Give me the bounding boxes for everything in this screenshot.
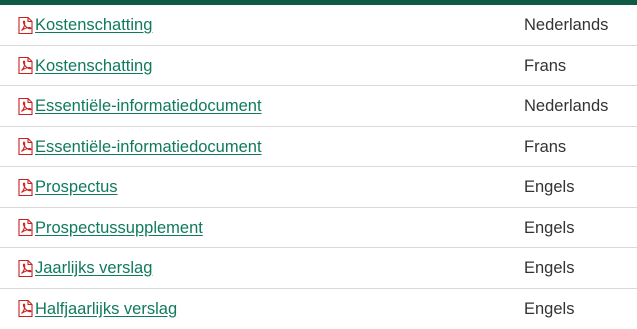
document-row: Prospectus Engels [0, 167, 637, 208]
document-row: Essentiële-informatiedocument Nederlands [0, 86, 637, 127]
document-row: Halfjaarlijks verslag Engels [0, 289, 637, 329]
pdf-icon [18, 56, 33, 75]
pdf-icon [18, 137, 33, 156]
document-link[interactable]: Essentiële-informatiedocument [35, 95, 262, 117]
document-link-wrap: Kostenschatting [17, 55, 152, 77]
document-link[interactable]: Kostenschatting [35, 14, 152, 36]
document-row: Kostenschatting Nederlands [0, 5, 637, 46]
document-link[interactable]: Essentiële-informatiedocument [35, 136, 262, 158]
document-language: Frans [524, 137, 567, 156]
document-language: Engels [524, 299, 575, 318]
document-language: Frans [524, 56, 567, 75]
document-link[interactable]: Kostenschatting [35, 55, 152, 77]
document-link[interactable]: Jaarlijks verslag [35, 257, 152, 279]
pdf-icon [18, 178, 33, 196]
document-list: Kostenschatting Nederlands Kostenschatti… [0, 5, 637, 329]
document-link[interactable]: Prospectussupplement [35, 217, 203, 239]
document-row: Essentiële-informatiedocument Frans [0, 127, 637, 167]
pdf-icon [18, 97, 33, 115]
pdf-icon [18, 299, 33, 318]
pdf-icon [18, 218, 33, 237]
document-link-wrap: Prospectus [17, 176, 118, 198]
document-language: Engels [524, 218, 575, 237]
pdf-icon [18, 259, 33, 277]
document-link-wrap: Essentiële-informatiedocument [17, 95, 262, 117]
document-link-wrap: Essentiële-informatiedocument [17, 136, 262, 158]
pdf-icon [18, 16, 33, 34]
document-row: Kostenschatting Frans [0, 46, 637, 86]
document-link-wrap: Jaarlijks verslag [17, 257, 152, 279]
document-link-wrap: Halfjaarlijks verslag [17, 298, 177, 320]
document-row: Jaarlijks verslag Engels [0, 248, 637, 289]
document-language: Engels [524, 178, 575, 196]
document-link-wrap: Prospectussupplement [17, 217, 203, 239]
document-language: Nederlands [524, 97, 609, 115]
document-link[interactable]: Prospectus [35, 176, 118, 198]
document-row: Prospectussupplement Engels [0, 208, 637, 248]
document-language: Nederlands [524, 16, 609, 34]
document-link-wrap: Kostenschatting [17, 14, 152, 36]
document-link[interactable]: Halfjaarlijks verslag [35, 298, 177, 320]
document-language: Engels [524, 259, 575, 277]
